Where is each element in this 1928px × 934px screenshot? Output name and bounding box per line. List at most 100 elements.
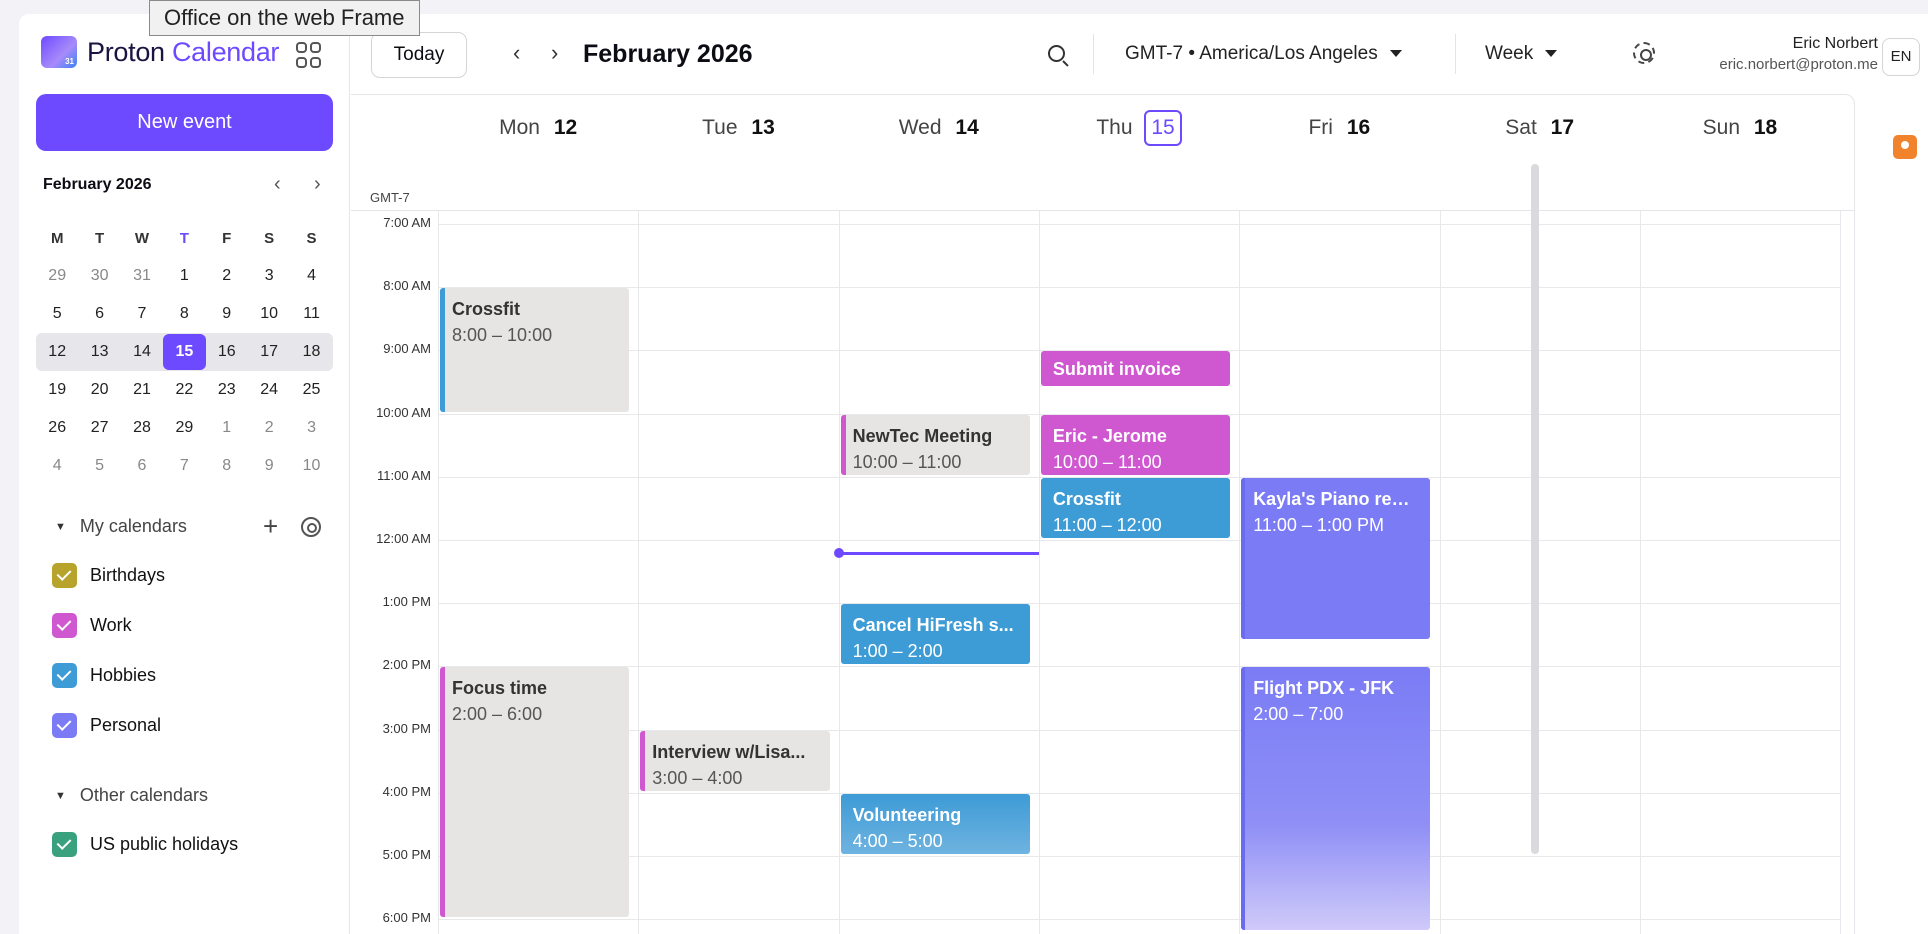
calendar-event[interactable]: NewTec Meeting 10:00 – 11:00 [840, 414, 1030, 475]
calendar-event[interactable]: Eric - Jerome 10:00 – 11:00 [1040, 414, 1231, 475]
mini-day[interactable]: 2 [206, 267, 248, 285]
vertical-scrollbar[interactable] [1531, 164, 1539, 854]
mini-day[interactable]: 8 [206, 457, 248, 475]
checkbox-icon[interactable] [52, 563, 77, 588]
checkbox-icon[interactable] [52, 663, 77, 688]
apps-grid-icon[interactable] [296, 42, 322, 68]
mini-day[interactable]: 3 [248, 267, 290, 285]
calendar-event[interactable]: Crossfit 11:00 – 12:00 [1040, 477, 1231, 538]
day-header-date: 13 [751, 116, 775, 139]
mini-day[interactable]: 1 [163, 267, 205, 285]
day-header-wed[interactable]: Wed 14 [839, 95, 1039, 178]
timezone-selector[interactable]: GMT-7 • America/Los Angeles [1125, 43, 1402, 65]
other-calendars-header[interactable]: ▼ Other calendars [55, 785, 208, 806]
proton-calendar-logo[interactable]: 31 Proton Calendar [41, 36, 279, 68]
calendar-item-hobbies[interactable]: Hobbies [52, 663, 156, 688]
mini-day[interactable]: 4 [290, 267, 332, 285]
mini-day[interactable]: 5 [36, 305, 78, 323]
checkbox-icon[interactable] [52, 832, 77, 857]
today-button[interactable]: Today [371, 32, 467, 78]
mini-day[interactable]: 31 [121, 267, 163, 285]
mini-day[interactable]: 29 [163, 419, 205, 437]
mini-day[interactable]: 22 [163, 381, 205, 399]
calendar-event[interactable]: Focus time 2:00 – 6:00 [440, 667, 630, 918]
next-week-icon[interactable]: › [551, 40, 558, 66]
mini-day[interactable]: 8 [163, 305, 205, 323]
calendar-item-work[interactable]: Work [52, 613, 132, 638]
mini-day[interactable]: 25 [290, 381, 332, 399]
mini-day[interactable]: 9 [206, 305, 248, 323]
mini-day[interactable]: 2 [248, 419, 290, 437]
day-header-date: 17 [1550, 116, 1575, 139]
day-header-thu[interactable]: Thu 15 [1039, 95, 1239, 178]
settings-gear-icon[interactable] [1633, 42, 1655, 64]
calendar-event[interactable]: Volunteering 4:00 – 5:00 [840, 793, 1030, 854]
mini-day[interactable]: 1 [206, 419, 248, 437]
previous-week-icon[interactable]: ‹ [513, 40, 520, 66]
mini-day[interactable]: 12 [36, 343, 78, 361]
mini-day[interactable]: 28 [121, 419, 163, 437]
hour-label: 9:00 AM [383, 341, 431, 357]
mini-day[interactable]: 17 [248, 343, 290, 361]
mini-day[interactable]: 14 [121, 343, 163, 361]
mini-day[interactable]: 27 [78, 419, 120, 437]
new-event-button[interactable]: New event [36, 94, 333, 151]
day-column-divider [1239, 211, 1241, 934]
toolbar-divider [1093, 34, 1094, 74]
mini-day[interactable]: 26 [36, 419, 78, 437]
day-header-tue[interactable]: Tue 13 [638, 95, 838, 178]
calendar-item-birthdays[interactable]: Birthdays [52, 563, 165, 588]
checkbox-icon[interactable] [52, 713, 77, 738]
calendar-event[interactable]: Flight PDX - JFK 2:00 – 7:00 [1241, 667, 1431, 930]
mini-day[interactable]: 10 [290, 457, 332, 475]
day-header-sat[interactable]: Sat 17 [1440, 95, 1640, 178]
mini-day[interactable]: 7 [163, 457, 205, 475]
calendar-item-personal[interactable]: Personal [52, 713, 161, 738]
mini-day[interactable]: 29 [36, 267, 78, 285]
mini-day[interactable]: 5 [78, 457, 120, 475]
mini-day[interactable]: 3 [290, 419, 332, 437]
day-header-fri[interactable]: Fri 16 [1239, 95, 1439, 178]
add-calendar-icon[interactable]: + [263, 513, 278, 539]
mini-day[interactable]: 6 [121, 457, 163, 475]
mini-day[interactable]: 24 [248, 381, 290, 399]
mini-day[interactable]: 30 [78, 267, 120, 285]
day-header-sun[interactable]: Sun 18 [1640, 95, 1840, 178]
my-calendars-header[interactable]: ▼ My calendars [55, 516, 187, 537]
calendar-event[interactable]: Kayla's Piano reci... 11:00 – 1:00 PM [1241, 477, 1431, 640]
calendar-event[interactable]: Cancel HiFresh s... 1:00 – 2:00 [840, 604, 1030, 665]
mini-day[interactable]: 9 [248, 457, 290, 475]
view-selector[interactable]: Week [1485, 43, 1558, 65]
mini-day[interactable]: 23 [206, 381, 248, 399]
time-grid[interactable]: 7:00 AM 8:00 AM 9:00 AM 10:00 AM 11:00 AM 12:… [351, 211, 1854, 934]
event-title: Interview w/Lisa... [652, 741, 806, 762]
mini-day[interactable]: 18 [290, 343, 332, 361]
mini-day[interactable]: 11 [290, 305, 332, 323]
day-header-mon[interactable]: Mon 12 [438, 95, 638, 178]
day-header-date-today: 15 [1144, 110, 1182, 146]
search-icon[interactable] [1048, 45, 1065, 62]
mini-next-month-icon[interactable]: › [314, 173, 321, 196]
mini-day[interactable]: 10 [248, 305, 290, 323]
mini-day[interactable]: 19 [36, 381, 78, 399]
mini-day[interactable]: 20 [78, 381, 120, 399]
mini-day[interactable]: 6 [78, 305, 120, 323]
mini-day[interactable]: 7 [121, 305, 163, 323]
mini-day[interactable]: 21 [121, 381, 163, 399]
mini-day[interactable]: 16 [206, 343, 248, 361]
mini-day[interactable]: 4 [36, 457, 78, 475]
mini-prev-month-icon[interactable]: ‹ [274, 173, 281, 196]
mini-day[interactable]: 13 [78, 343, 120, 361]
avatar[interactable]: EN [1882, 38, 1920, 76]
contacts-icon[interactable] [1893, 135, 1917, 159]
calendar-settings-icon[interactable] [301, 517, 321, 537]
calendar-event[interactable]: Submit invoice [1040, 351, 1231, 387]
calendar-event[interactable]: Crossfit 8:00 – 10:00 [440, 288, 630, 412]
calendar-item-us-public-holidays[interactable]: US public holidays [52, 832, 238, 857]
logo-brand: Proton [87, 36, 165, 67]
checkbox-icon[interactable] [52, 613, 77, 638]
user-email[interactable]: eric.norbert@proton.me [1719, 56, 1878, 73]
user-name[interactable]: Eric Norbert [1793, 35, 1878, 53]
mini-day-today[interactable]: 15 [163, 334, 206, 370]
calendar-event[interactable]: Interview w/Lisa... 3:00 – 4:00 [640, 730, 830, 791]
